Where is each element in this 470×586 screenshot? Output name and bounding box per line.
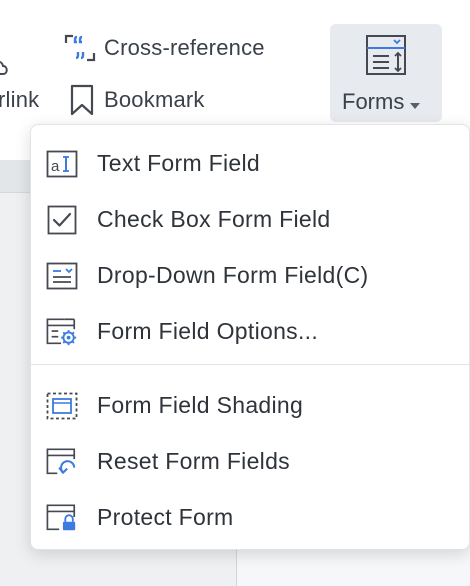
menu-item-reset-form-fields[interactable]: Reset Form Fields: [31, 435, 469, 487]
menu-item-label: Check Box Form Field: [97, 205, 331, 232]
svg-text:a: a: [51, 158, 60, 175]
menu-separator: [31, 364, 469, 365]
forms-button[interactable]: Forms: [330, 24, 442, 122]
cross-reference-label: Cross-reference: [104, 35, 265, 60]
menu-item-form-field-options[interactable]: Form Field Options...: [31, 305, 469, 357]
cross-reference-icon: [64, 33, 96, 63]
forms-label-wrap: Forms: [342, 88, 421, 116]
cross-reference-button[interactable]: Cross-reference: [64, 33, 265, 63]
menu-item-label: Form Field Options...: [97, 317, 319, 344]
menu-item-checkbox-form-field[interactable]: Check Box Form Field: [31, 193, 469, 245]
dropdown-form-field-icon: [46, 261, 78, 291]
forms-label: Forms: [342, 89, 405, 114]
menu-item-label: Form Field Shading: [97, 391, 304, 418]
form-field-options-icon: [46, 317, 78, 347]
forms-dropdown-menu: a Text Form Field Check Box Form Field D…: [30, 124, 470, 550]
bookmark-button[interactable]: Bookmark: [68, 84, 205, 116]
forms-icon: [365, 34, 407, 81]
menu-item-label: Reset Form Fields: [97, 447, 290, 474]
hyperlink-icon: [0, 52, 10, 83]
menu-item-label: Protect Form: [97, 503, 234, 530]
menu-item-form-field-shading[interactable]: Form Field Shading: [31, 379, 469, 431]
bookmark-label: Bookmark: [104, 87, 205, 112]
protect-form-icon: [46, 503, 78, 533]
hyperlink-button[interactable]: rlink: [0, 87, 39, 113]
caret-down-icon: [409, 90, 421, 116]
menu-item-text-form-field[interactable]: a Text Form Field: [31, 137, 469, 189]
menu-item-dropdown-form-field[interactable]: Drop-Down Form Field(C): [31, 249, 469, 301]
menu-item-label: Drop-Down Form Field(C): [97, 261, 369, 288]
form-field-shading-icon: [46, 391, 78, 421]
bookmark-icon: [68, 84, 96, 116]
ribbon-toolbar: rlink Cross-reference Bookmark Forms: [0, 0, 470, 135]
reset-form-fields-icon: [46, 447, 78, 477]
checkbox-form-field-icon: [46, 205, 78, 235]
hyperlink-label: rlink: [0, 87, 40, 112]
menu-item-label: Text Form Field: [97, 149, 260, 176]
text-form-field-icon: a: [46, 149, 78, 179]
menu-item-protect-form[interactable]: Protect Form: [31, 491, 469, 543]
